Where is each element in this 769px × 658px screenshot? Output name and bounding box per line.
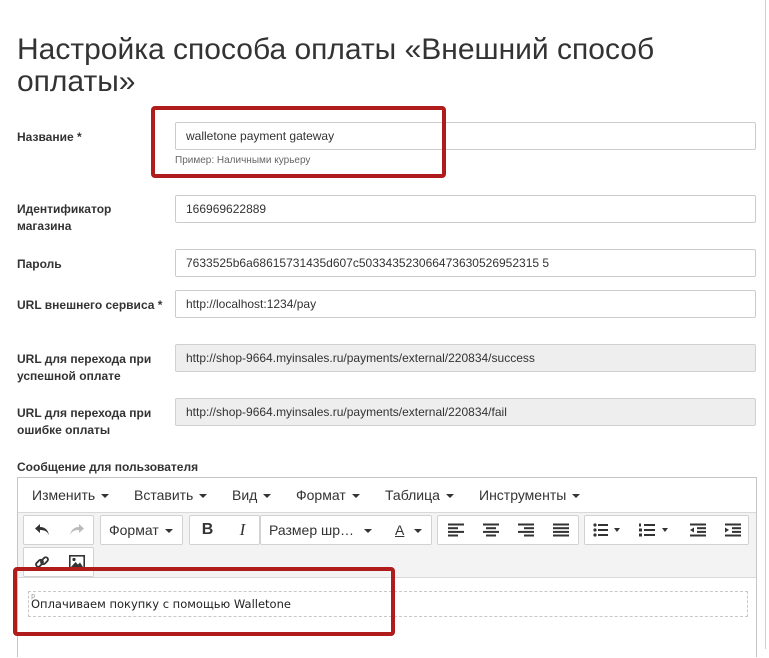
bullet-list-icon bbox=[592, 523, 620, 537]
chevron-down-icon bbox=[364, 529, 373, 534]
shop-id-input[interactable] bbox=[175, 195, 756, 223]
shop-id-label: Идентификатор магазина bbox=[17, 202, 112, 233]
chevron-down-icon bbox=[351, 494, 360, 499]
chevron-down-icon bbox=[572, 494, 581, 499]
menu-insert[interactable]: Вставить bbox=[134, 478, 208, 512]
insert-group bbox=[23, 547, 94, 577]
indent-button[interactable] bbox=[715, 516, 750, 544]
name-input[interactable] bbox=[175, 122, 756, 150]
align-center-icon bbox=[482, 523, 499, 537]
align-right-icon bbox=[517, 523, 534, 537]
insert-link-button[interactable] bbox=[24, 548, 59, 576]
align-left-button[interactable] bbox=[438, 516, 473, 544]
message-editor: Изменить Вставить Вид Формат Таблица Инс… bbox=[17, 477, 757, 658]
password-label: Пароль bbox=[17, 257, 62, 271]
align-center-button[interactable] bbox=[473, 516, 508, 544]
outdent-button[interactable] bbox=[680, 516, 715, 544]
bold-button[interactable]: B bbox=[190, 516, 225, 544]
editor-toolbar: Формат B I Размер шр… A bbox=[18, 513, 756, 578]
align-right-button[interactable] bbox=[508, 516, 543, 544]
menu-edit[interactable]: Изменить bbox=[32, 478, 110, 512]
undo-icon bbox=[34, 524, 49, 535]
menu-format[interactable]: Формат bbox=[296, 478, 360, 512]
align-justify-icon bbox=[552, 523, 569, 537]
message-label: Сообщение для пользователя bbox=[17, 460, 199, 474]
alignment-group bbox=[437, 515, 579, 545]
editor-message-text: Оплачиваем покупку с помощью Walletone bbox=[31, 597, 291, 611]
external-url-input[interactable] bbox=[175, 290, 756, 318]
success-url-input[interactable] bbox=[175, 344, 756, 372]
font-group: Размер шр… A bbox=[260, 515, 432, 545]
chevron-down-icon bbox=[199, 494, 208, 499]
menu-table[interactable]: Таблица bbox=[385, 478, 454, 512]
italic-button[interactable]: I bbox=[225, 516, 260, 544]
numbered-list-button[interactable] bbox=[630, 516, 680, 544]
menu-view[interactable]: Вид bbox=[232, 478, 272, 512]
fail-url-label: URL для перехода при ошибке оплаты bbox=[17, 406, 152, 437]
history-group bbox=[23, 515, 94, 545]
editor-paragraph[interactable]: p Оплачиваем покупку с помощью Walletone bbox=[28, 591, 748, 617]
editor-menubar: Изменить Вставить Вид Формат Таблица Инс… bbox=[18, 478, 756, 513]
bullet-list-button[interactable] bbox=[585, 516, 630, 544]
align-left-icon bbox=[447, 523, 464, 537]
numbered-list-icon bbox=[639, 523, 668, 537]
format-dropdown[interactable]: Формат bbox=[100, 515, 183, 545]
bold-italic-group: B I bbox=[189, 515, 260, 545]
chevron-down-icon bbox=[101, 494, 110, 499]
name-hint: Пример: Наличными курьеру bbox=[175, 155, 311, 166]
password-input[interactable] bbox=[175, 249, 756, 277]
chevron-down-icon bbox=[414, 529, 423, 534]
redo-icon bbox=[69, 524, 84, 535]
name-label: Название * bbox=[17, 130, 82, 144]
insert-image-button[interactable] bbox=[59, 548, 94, 576]
redo-button[interactable] bbox=[59, 516, 94, 544]
fail-url-input[interactable] bbox=[175, 398, 756, 426]
page-title: Настройка способа оплаты «Внешний способ… bbox=[17, 33, 655, 98]
editor-content[interactable]: p Оплачиваем покупку с помощью Walletone bbox=[18, 578, 756, 658]
chevron-down-icon bbox=[164, 529, 173, 534]
success-url-label: URL для перехода при успешной оплате bbox=[17, 352, 152, 383]
external-url-label: URL внешнего сервиса * bbox=[17, 298, 163, 312]
page-right-border bbox=[765, 0, 766, 649]
outdent-icon bbox=[689, 523, 706, 537]
font-color-icon: A bbox=[395, 522, 405, 538]
undo-button[interactable] bbox=[24, 516, 59, 544]
indent-icon bbox=[724, 523, 741, 537]
font-size-dropdown[interactable]: Размер шр… bbox=[269, 516, 381, 544]
chevron-down-icon bbox=[445, 494, 454, 499]
menu-tools[interactable]: Инструменты bbox=[479, 478, 581, 512]
list-group bbox=[584, 515, 749, 545]
chevron-down-icon bbox=[263, 494, 272, 499]
link-icon bbox=[34, 556, 49, 568]
image-icon bbox=[68, 555, 85, 569]
font-color-button[interactable]: A bbox=[391, 516, 431, 544]
align-justify-button[interactable] bbox=[543, 516, 578, 544]
